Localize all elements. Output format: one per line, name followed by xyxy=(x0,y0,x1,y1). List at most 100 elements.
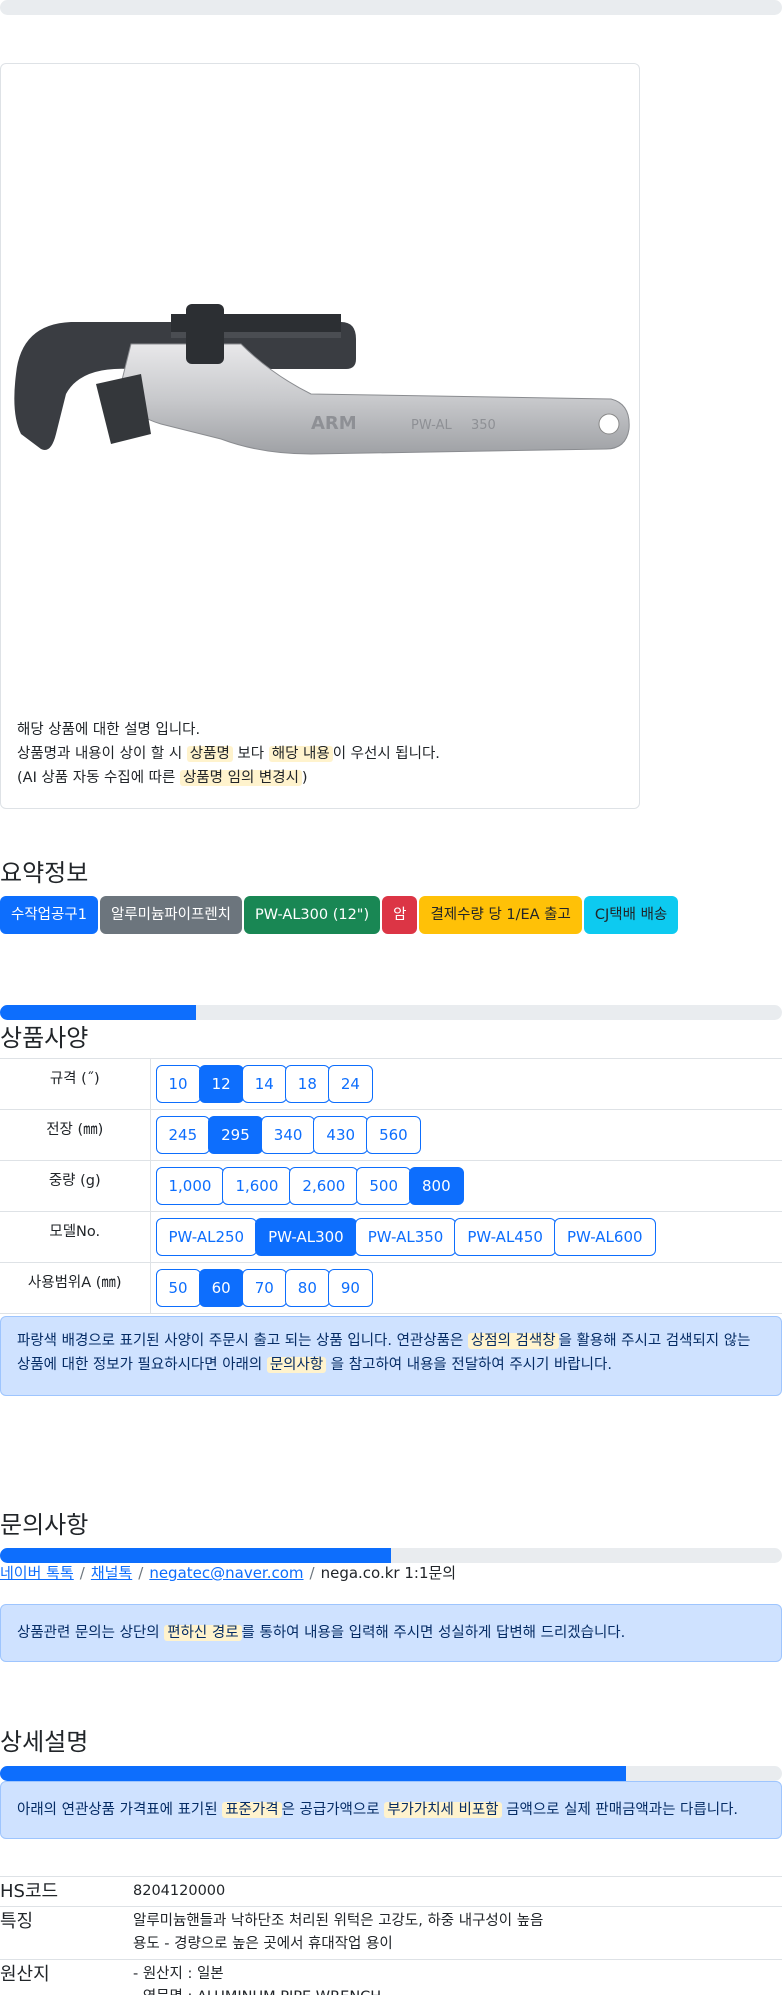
spec-row: 모델No. PW-AL250 PW-AL300 PW-AL350 PW-AL450 PW-… xyxy=(0,1211,782,1263)
info-value-line: 8204120000 xyxy=(133,1883,226,1899)
highlight-vat: 부가가치세 비포함 xyxy=(384,1802,502,1818)
spec-option-button[interactable]: 1,600 xyxy=(222,1167,292,1205)
notice-text: 은 공급가액으로 xyxy=(281,1802,385,1818)
inquiry-title: 문의사항 xyxy=(0,1511,89,1539)
spec-row-options: 50 60 70 80 90 xyxy=(150,1262,782,1314)
notice-text: 상품관련 문의는 상단의 xyxy=(17,1625,165,1641)
summary-title: 요약정보 xyxy=(0,859,89,887)
description-text: 보다 xyxy=(232,746,269,762)
spec-option-button[interactable]: 80 xyxy=(284,1269,330,1307)
description-text: 이 우선시 됩니다. xyxy=(332,746,440,762)
info-value: 알루미늄핸들과 낙하단조 처리된 위턱은 고강도, 하중 내구성이 높음 용도 -… xyxy=(133,1906,782,1960)
badge-quantity: 결제수량 당 1/EA 출고 xyxy=(419,896,582,934)
spec-row-options: PW-AL250 PW-AL300 PW-AL350 PW-AL450 PW-AL600 xyxy=(150,1211,782,1263)
spec-row: 중량 (g) 1,000 1,600 2,600 500 800 xyxy=(0,1160,782,1212)
detail-progress-fill xyxy=(0,1766,626,1781)
badge-gender: 암 xyxy=(382,896,418,934)
spec-option-button[interactable]: 18 xyxy=(284,1065,330,1103)
spec-table: 규격 (˝) 10 12 14 18 24 전장 (㎜) 245 295 340 430 560 중량 … xyxy=(0,1058,782,1314)
highlight-standard-price: 표준가격 xyxy=(222,1802,282,1818)
spec-option-button[interactable]: 800 xyxy=(409,1167,464,1205)
spec-option-button[interactable]: PW-AL600 xyxy=(553,1218,656,1256)
inquiry-notice: 상품관련 문의는 상단의 편하신 경로 를 통하여 내용을 입력해 주시면 성실하… xyxy=(0,1604,782,1662)
spec-title: 상품사양 xyxy=(0,1024,89,1052)
detail-progress-bar xyxy=(0,1766,782,1781)
inquiry-progress-bar xyxy=(0,1548,782,1563)
spec-option-button[interactable]: 24 xyxy=(327,1065,373,1103)
spec-option-button[interactable]: PW-AL300 xyxy=(255,1218,357,1256)
spec-option-button[interactable]: 10 xyxy=(155,1065,201,1103)
spec-row: 전장 (㎜) 245 295 340 430 560 xyxy=(0,1109,782,1161)
spec-option-button[interactable]: 90 xyxy=(327,1269,373,1307)
spec-option-button[interactable]: 430 xyxy=(313,1116,369,1154)
naver-talktalk-link[interactable]: 네이버 톡톡 xyxy=(0,1564,74,1582)
svg-text:PW-AL: PW-AL xyxy=(411,418,452,433)
info-value: 8204120000 xyxy=(133,1876,782,1907)
description-text: 상품명과 내용이 상이 할 시 xyxy=(17,746,187,762)
highlight-content: 해당 내용 xyxy=(268,746,333,762)
info-row-feature: 특징 알루미늄핸들과 낙하단조 처리된 위턱은 고강도, 하중 내구성이 높음 용… xyxy=(0,1906,782,1960)
spec-option-button[interactable]: 50 xyxy=(155,1269,201,1307)
notice-text: 파랑색 배경으로 표기된 사양이 주문시 출고 되는 상품 입니다. 연관상품은 xyxy=(17,1333,468,1349)
spec-row-label: 모델No. xyxy=(0,1211,151,1263)
highlight-product-name: 상품명 xyxy=(186,746,233,762)
notice-text: 금액으로 실제 판매금액과는 다릅니다. xyxy=(501,1802,739,1818)
detail-title: 상세설명 xyxy=(0,1728,89,1756)
info-value-line: - 영문명 : ALUMINUM PIPE WRENCH xyxy=(133,1986,782,1995)
product-image: ARM PW-AL 350 xyxy=(14,304,630,455)
info-value: - 원산지 : 일본 - 영문명 : ALUMINUM PIPE WRENCH xyxy=(133,1959,782,1995)
site-inquiry-text: nega.co.kr 1:1문의 xyxy=(320,1564,457,1582)
description-line-1: 해당 상품에 대한 설명 입니다. xyxy=(17,722,201,738)
description-text: ) xyxy=(301,770,308,786)
spec-option-button[interactable]: 14 xyxy=(241,1065,287,1103)
spec-option-button[interactable]: 245 xyxy=(155,1116,211,1154)
spec-row: 사용범위A (㎜) 50 60 70 80 90 xyxy=(0,1262,782,1314)
spec-option-button[interactable]: PW-AL350 xyxy=(354,1218,457,1256)
spec-row-label: 사용범위A (㎜) xyxy=(0,1262,151,1314)
spec-option-button[interactable]: 340 xyxy=(260,1116,316,1154)
detail-info-table: HS코드 8204120000 특징 알루미늄핸들과 낙하단조 처리된 위턱은 … xyxy=(0,1876,782,1995)
badge-category: 수작업공구1 xyxy=(0,896,98,934)
info-key: HS코드 xyxy=(0,1876,133,1907)
spec-option-button[interactable]: 295 xyxy=(208,1116,263,1154)
detail-notice: 아래의 연관상품 가격표에 표기된 표준가격 은 공급가액으로 부가가치세 비포함… xyxy=(0,1781,782,1839)
spec-option-button[interactable]: 2,600 xyxy=(289,1167,359,1205)
channeltalk-link[interactable]: 채널톡 xyxy=(91,1564,132,1582)
description-text: (AI 상품 자동 수집에 따른 xyxy=(17,770,180,786)
spec-option-button[interactable]: 560 xyxy=(366,1116,421,1154)
top-progress-bar xyxy=(0,0,782,15)
highlight-search: 상점의 검색창 xyxy=(467,1333,559,1349)
spec-option-button[interactable]: 500 xyxy=(356,1167,411,1205)
spec-option-button[interactable]: 70 xyxy=(241,1269,287,1307)
spec-row-label: 중량 (g) xyxy=(0,1160,151,1212)
spec-row-options: 245 295 340 430 560 xyxy=(150,1109,782,1161)
info-value-line: 알루미늄핸들과 낙하단조 처리된 위턱은 고강도, 하중 내구성이 높음 xyxy=(133,1913,544,1929)
spec-row-label: 규격 (˝) xyxy=(0,1058,151,1110)
spec-notice: 파랑색 배경으로 표기된 사양이 주문시 출고 되는 상품 입니다. 연관상품은… xyxy=(0,1316,782,1396)
info-key: 원산지 xyxy=(0,1959,133,1995)
notice-text: 를 통하여 내용을 입력해 주시면 성실하게 답변해 드리겠습니다. xyxy=(241,1625,626,1641)
highlight-inquiry: 문의사항 xyxy=(266,1357,327,1373)
spec-option-button[interactable]: 1,000 xyxy=(155,1167,225,1205)
spec-option-button[interactable]: PW-AL250 xyxy=(155,1218,258,1256)
inquiry-progress-fill xyxy=(0,1548,391,1563)
spec-progress-bar xyxy=(0,1005,782,1020)
info-row-hscode: HS코드 8204120000 xyxy=(0,1876,782,1907)
summary-badges: 수작업공구1 알루미늄파이프렌치 PW-AL300 (12") 암 결제수량 당… xyxy=(0,896,679,934)
spec-option-button[interactable]: 12 xyxy=(198,1065,244,1103)
separator: / xyxy=(309,1564,315,1582)
info-row-origin: 원산지 - 원산지 : 일본 - 영문명 : ALUMINUM PIPE WREN… xyxy=(0,1959,782,1995)
spec-option-button[interactable]: 60 xyxy=(198,1269,244,1307)
highlight-name-change: 상품명 임의 변경시 xyxy=(179,770,302,786)
spec-row: 규격 (˝) 10 12 14 18 24 xyxy=(0,1058,782,1110)
badge-shipping: CJ택배 배송 xyxy=(583,896,679,934)
svg-text:350: 350 xyxy=(471,418,496,433)
spec-row-label: 전장 (㎜) xyxy=(0,1109,151,1161)
notice-text: 아래의 연관상품 가격표에 표기된 xyxy=(17,1802,223,1818)
separator: / xyxy=(79,1564,85,1582)
email-link[interactable]: negatec@naver.com xyxy=(149,1564,303,1582)
inquiry-breadcrumb: 네이버 톡톡 / 채널톡 / negatec@naver.com / nega.co.kr … xyxy=(0,1562,456,1583)
badge-model: PW-AL300 (12") xyxy=(244,896,381,934)
spec-row-options: 1,000 1,600 2,600 500 800 xyxy=(150,1160,782,1212)
spec-option-button[interactable]: PW-AL450 xyxy=(454,1218,556,1256)
